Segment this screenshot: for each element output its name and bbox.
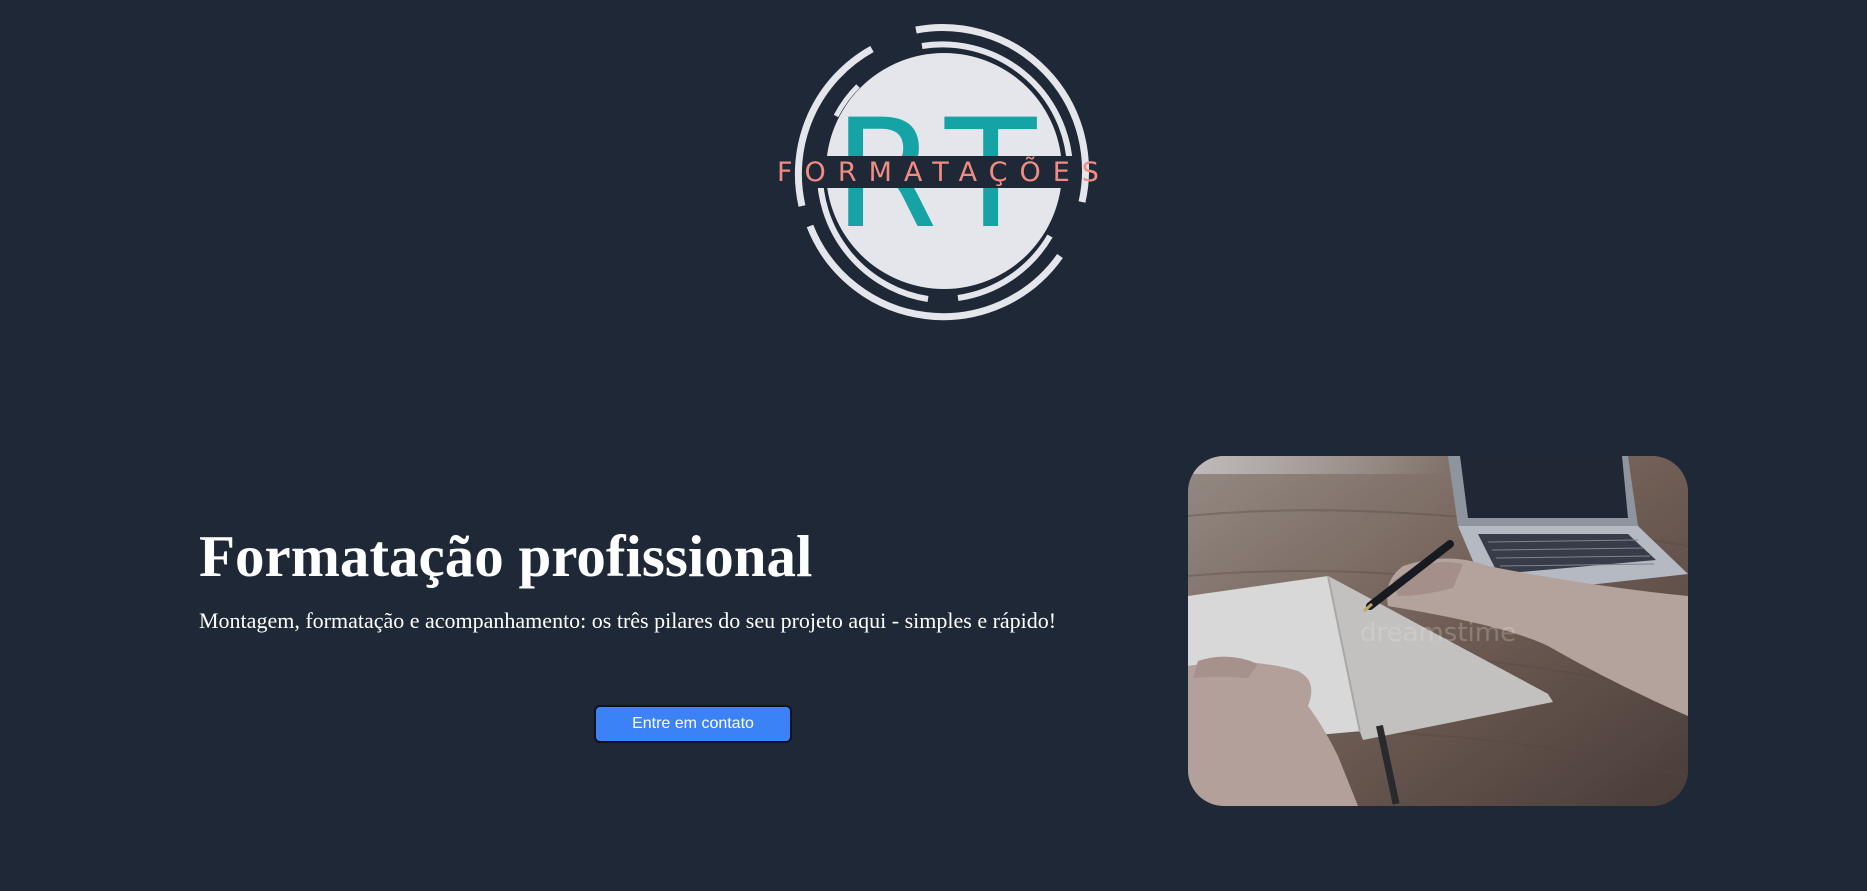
logo-wordmark: FORMATAÇÕES: [777, 156, 1111, 188]
hero-photo: dreamstime: [1188, 456, 1688, 806]
contact-button[interactable]: Entre em contato: [594, 705, 792, 743]
logo-graphic: RT FORMATAÇÕES: [777, 24, 1111, 321]
hero-title: Formatação profissional: [199, 523, 813, 589]
hero-photo-illustration: dreamstime: [1188, 456, 1688, 806]
hero-subtitle: Montagem, formatação e acompanhamento: o…: [199, 608, 1057, 633]
site-logo[interactable]: RT FORMATAÇÕES: [760, 16, 1125, 326]
